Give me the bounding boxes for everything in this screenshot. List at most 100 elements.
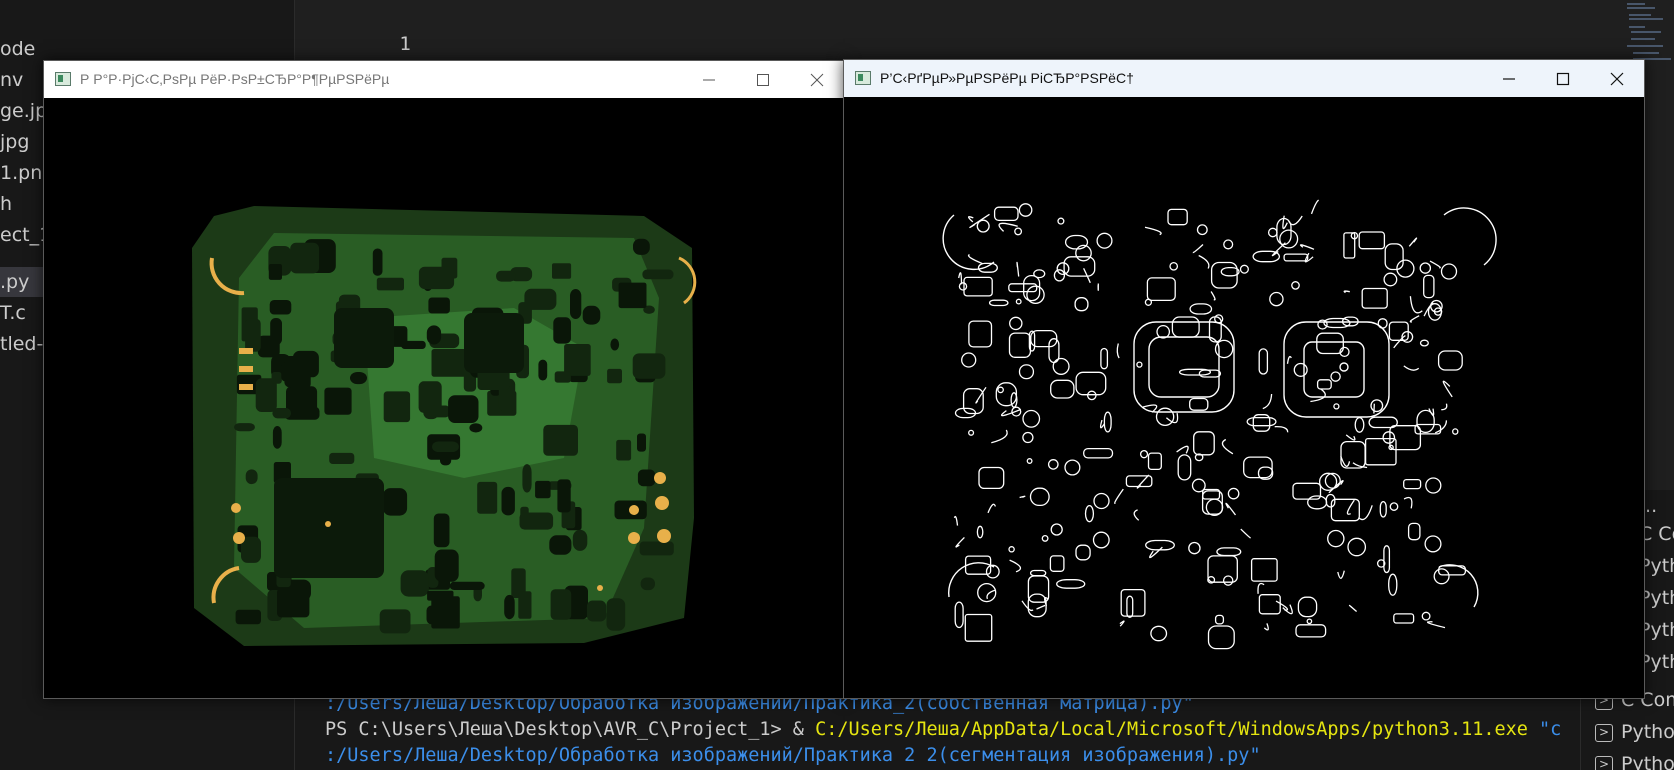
component-shadow <box>640 577 655 591</box>
component-shadow <box>434 549 459 582</box>
edge-fragment <box>1144 298 1153 306</box>
edge-fragment <box>1092 531 1110 549</box>
edge-fragment <box>1207 625 1235 650</box>
edge-fragment <box>1437 350 1463 371</box>
edge-fragment <box>1145 539 1175 551</box>
edge-fragment <box>1019 495 1026 499</box>
edge-fragment <box>1022 409 1041 428</box>
component-shadow <box>271 372 282 384</box>
component-shadow <box>350 372 367 385</box>
edge-fragment <box>1282 215 1288 230</box>
component-shadow <box>504 594 515 620</box>
component-shadow <box>570 289 582 319</box>
edge-fragment <box>1015 298 1022 305</box>
window-title: Р Р°Р·РјС‹С‚РѕРµ РёР·РѕР±СЂР°Р¶РµРЅРёРµ <box>80 71 390 87</box>
component-shadow <box>606 598 626 631</box>
minimize-button[interactable] <box>682 61 736 98</box>
component-shadow <box>557 479 571 513</box>
edge-fragment <box>1057 217 1065 225</box>
terminal-python-path: C:/Users/Леша/AppData/Local/Microsoft/Wi… <box>815 719 1528 740</box>
edge-fragment <box>1337 570 1345 579</box>
explorer-item-label: T.c <box>0 302 26 324</box>
segmented-board-image <box>44 98 844 698</box>
explorer-item-label: .py <box>0 271 30 293</box>
edge-fragment <box>1286 355 1292 364</box>
explorer-item-label: nv <box>0 69 24 91</box>
edge-fragment <box>958 282 968 291</box>
component-shadow <box>639 541 674 556</box>
edge-fragment <box>1343 290 1350 294</box>
terminal-tab[interactable]: > Pytho <box>1595 748 1674 770</box>
edge-fragment <box>1409 296 1423 314</box>
maximize-button[interactable] <box>1536 60 1590 97</box>
component-shadow <box>448 395 479 423</box>
edge-fragment <box>967 253 984 265</box>
edge-fragment <box>1189 397 1209 411</box>
edge-fragment <box>1409 315 1420 323</box>
edge-fragment <box>1210 291 1216 301</box>
edge-fragment <box>1188 541 1201 555</box>
edge-fragment <box>1388 573 1398 596</box>
edge-fragment <box>1139 449 1149 459</box>
edge-fragment <box>1133 509 1140 521</box>
edge-fragment <box>1026 458 1033 464</box>
edge-fragment <box>1086 390 1097 401</box>
edge-fragment <box>1096 232 1113 249</box>
component-shadow <box>268 264 282 280</box>
edge-fragment <box>1149 546 1163 559</box>
maximize-button[interactable] <box>736 61 790 98</box>
edge-map-image <box>844 97 1644 698</box>
window-titlebar[interactable]: Р Р°Р·РјС‹С‚РѕРµ РёР·РѕР±СЂР°Р¶РµРЅРёРµ <box>44 61 844 98</box>
edge-fragment <box>1220 266 1240 277</box>
edge-fragment <box>1388 321 1409 341</box>
edge-fragment <box>1379 500 1387 518</box>
component-shadow <box>501 486 515 516</box>
close-button[interactable] <box>1590 60 1644 97</box>
app-icon <box>55 72 71 86</box>
maximize-icon <box>1556 72 1570 86</box>
window-titlebar[interactable]: Р’С‹РґРµР»РµРЅРёРµ РіСЂР°РЅРёС† <box>844 60 1644 97</box>
edge-fragment <box>1421 611 1431 621</box>
opencv-window-blurred[interactable]: Р Р°Р·РјС‹С‚РѕРµ РёР·РѕР±СЂР°Р¶РµРЅРёРµ <box>43 60 845 699</box>
terminal[interactable]: :/Users/Леша/Desktop/Обработка изображен… <box>295 690 1580 770</box>
edge-fragment <box>1316 332 1344 355</box>
opencv-window-edges[interactable]: Р’С‹РґРµР»РµРЅРёРµ РіСЂР°РЅРёС† <box>843 59 1645 699</box>
minimize-icon <box>1503 78 1515 80</box>
edge-fragment <box>1323 317 1351 329</box>
close-button[interactable] <box>790 61 844 98</box>
edge-fragment <box>1009 316 1023 331</box>
component-shadow <box>235 609 261 625</box>
component-shadow <box>553 317 571 344</box>
edge-fragment <box>1198 254 1210 269</box>
terminal-tab[interactable]: > Pytho <box>1595 716 1674 748</box>
edge-fragment <box>1018 364 1035 380</box>
component-shadow <box>431 349 467 377</box>
edge-fragment <box>1193 431 1215 456</box>
edge-fragment <box>1306 618 1313 625</box>
minimize-button[interactable] <box>1482 60 1536 97</box>
edge-fragment <box>1176 445 1189 454</box>
edge-fragment <box>1370 399 1384 413</box>
minimize-icon <box>703 79 715 81</box>
component-shadow <box>637 433 646 452</box>
edge-fragment <box>1093 492 1110 510</box>
code-line: 1 import cv2 <box>295 2 512 83</box>
edge-fragment <box>1425 477 1442 494</box>
edge-fragment <box>1407 522 1421 541</box>
edge-fragment <box>968 429 975 436</box>
edge-fragments <box>953 199 1467 650</box>
component-shadow <box>535 480 551 499</box>
edge-fragment <box>1008 283 1038 293</box>
edge-fragment <box>1274 426 1289 433</box>
edge-fragment <box>1167 208 1188 226</box>
component-shadow <box>538 359 548 381</box>
component-shadow <box>379 609 411 634</box>
edge-fragment <box>1016 261 1020 277</box>
edge-fragment <box>1147 452 1162 471</box>
edge-fragment <box>1075 544 1091 561</box>
edge-fragment <box>1393 334 1406 349</box>
edge-fragment <box>1050 523 1063 536</box>
edge-fragment <box>1205 498 1224 517</box>
edge-fragment <box>1377 318 1388 329</box>
edge-fragment <box>993 206 1019 222</box>
